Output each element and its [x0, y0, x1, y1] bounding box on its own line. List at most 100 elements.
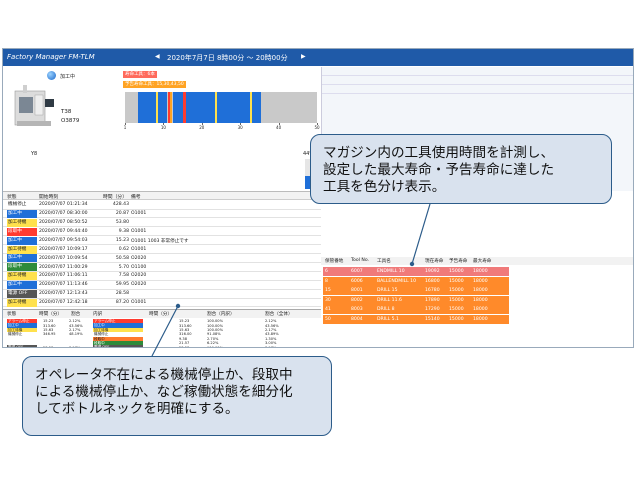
log-status: 機械停止 — [7, 201, 37, 209]
log-start-time: 2020/07/07 08:50:52 — [39, 220, 88, 226]
tool-max: 18000 — [473, 307, 488, 312]
timeline-tick-label: 30 — [237, 125, 243, 130]
timeline-segment[interactable] — [148, 92, 156, 123]
log-minutes: 87.20 — [115, 300, 129, 306]
log-minutes: 50.58 — [115, 255, 129, 261]
program-number: O3879 — [61, 118, 80, 124]
timeline-segment[interactable] — [217, 92, 233, 123]
sum-header-status: 状態 — [7, 312, 17, 317]
tool-current: 19092 — [425, 269, 440, 274]
log-row[interactable]: 段取中 2020/07/07 09:44:40 9.38 O1001 — [3, 227, 321, 237]
log-row[interactable]: 電源 OFF 2020/07/07 12:13:43 28.58 — [3, 290, 321, 299]
tool-row[interactable]: 50 8004 DRILL 5.1 15140 15000 18000 — [323, 314, 509, 324]
tool-row[interactable]: 30 8002 DRILL 11.6 17890 15000 18000 — [323, 295, 509, 305]
log-remark: O2020 — [131, 255, 147, 261]
log-row[interactable]: 機械停止 2020/07/07 01:21:34 428.43 — [3, 201, 321, 210]
log-row[interactable]: 加工待機 2020/07/07 11:06:11 7.58 O2020 — [3, 272, 321, 281]
summary-row[interactable]: 電源 OFF 28.58 3.97% 電源 OFF 28.58 100.00% 3.97% — [3, 345, 321, 348]
timeline-segment[interactable] — [173, 92, 183, 123]
tool-tool-no: 8003 — [351, 307, 363, 312]
tool-row[interactable]: 15 8001 DRILL 15 16780 15000 18000 — [323, 286, 509, 295]
log-minutes: 7.58 — [118, 273, 129, 279]
log-header-minutes: 時間（分） — [103, 195, 127, 200]
timeline-segment[interactable] — [138, 92, 149, 123]
tool-tool-no: 8001 — [351, 288, 363, 293]
log-start-time: 2020/07/07 12:13:43 — [39, 291, 88, 297]
machine-status: 加工中 — [60, 74, 76, 80]
sum-header-ratio-in: 割合（内訳） — [207, 312, 235, 317]
summary-minutes: 28.58 — [43, 345, 54, 348]
log-status: 加工中 — [7, 236, 37, 245]
timeline-tick-label: 40 — [276, 125, 282, 130]
tool-life-callout-text: マガジン内の工具使用時間を計測し、 設定した最大寿命・予告寿命に達した 工具を色… — [323, 145, 555, 195]
tool-current: 17290 — [425, 307, 440, 312]
timeline-segment[interactable] — [251, 92, 262, 123]
log-remark: O1001 — [131, 211, 147, 217]
log-minutes: 28.58 — [115, 291, 129, 297]
sum-header-ratio: 割合 — [71, 312, 81, 317]
tool-row[interactable]: 8 6006 BALLENDMILL 10 16800 15000 18000 — [323, 276, 509, 286]
log-start-time: 2020/07/07 10:09:54 — [39, 255, 88, 261]
log-remark: O1001 — [131, 300, 147, 306]
timeline-tick-label: 20 — [199, 125, 205, 130]
tool-header: 保管番地 Tool No. 工具名 現在寿命 予告寿命 最大寿命 — [321, 257, 633, 265]
log-status: 加工中 — [7, 254, 37, 263]
prev-date-button[interactable]: ◀ — [155, 53, 160, 60]
tool-tool-no: 6006 — [351, 278, 363, 284]
tool-row[interactable]: 41 8003 DRILL 8 17290 15000 18000 — [323, 305, 509, 314]
stop-analysis-callout: オペレータ不在による機械停止か、段取中 による機械停止か、など稼働状態を細分化 … — [22, 356, 332, 436]
log-row[interactable]: 加工中 2020/07/07 11:13:46 59.95 O2020 — [3, 281, 321, 290]
tool-pot: 6 — [325, 269, 328, 274]
log-start-time: 2020/07/07 11:13:46 — [39, 282, 88, 288]
tool-warn: 15000 — [449, 269, 464, 274]
log-row[interactable]: 加工中 2020/07/07 09:54:03 15.23 O1001 1003 非常… — [3, 236, 321, 246]
tool-header-pot: 保管番地 — [325, 259, 344, 265]
summary-detail-minutes: 28.58 — [179, 345, 190, 348]
timeline-segment[interactable] — [203, 92, 216, 123]
next-date-button[interactable]: ▶ — [301, 53, 306, 60]
tool-name: BALLENDMILL 10 — [377, 278, 417, 284]
title-bar: Factory Manager FM-TLM ◀ 2020年7月7日 8時00分… — [3, 49, 633, 66]
stop-analysis-callout-text: オペレータ不在による機械停止か、段取中 による機械停止か、など稼働状態を細分化 … — [35, 367, 293, 417]
log-row[interactable]: 加工待機 2020/07/07 08:50:52 53.80 — [3, 218, 321, 228]
log-minutes: 9.38 — [118, 228, 129, 234]
app-title: Factory Manager FM-TLM — [7, 53, 95, 61]
log-status: 加工待機 — [7, 272, 37, 281]
log-minutes: 428.43 — [112, 202, 129, 208]
tool-warn: 15000 — [449, 288, 464, 293]
timeline-axis: 1 10 20 30 40 50 — [124, 123, 320, 131]
timeline-segment[interactable] — [186, 92, 204, 123]
log-row[interactable]: 段取中 2020/07/07 11:00:29 5.70 O1100 — [3, 263, 321, 272]
log-header: 状態 開始時刻 時間（分） 備考 — [3, 192, 321, 200]
log-minutes: 53.80 — [115, 220, 129, 226]
operation-timeline[interactable] — [125, 92, 317, 123]
log-minutes: 15.23 — [115, 237, 129, 243]
tool-current: 16780 — [425, 288, 440, 293]
sum-header-minutes: 時間（分） — [39, 312, 62, 317]
tool-name: DRILL 8 — [377, 307, 395, 312]
summary-status: 電源 OFF — [7, 345, 37, 347]
tool-name: DRILL 15 — [377, 288, 398, 293]
tool-name: DRILL 5.1 — [377, 316, 399, 322]
log-start-time: 2020/07/07 10:09:17 — [39, 246, 88, 252]
log-row[interactable]: 加工待機 2020/07/07 10:09:17 0.62 O1001 — [3, 245, 321, 254]
log-status: 加工中 — [7, 209, 37, 218]
legend-warn-tools: 予告寿命工具：15,30,43,50 — [123, 81, 186, 88]
log-header-remark: 備考 — [131, 195, 141, 200]
timeline-segment[interactable] — [232, 92, 250, 123]
tool-warn: 15000 — [449, 297, 464, 303]
log-row[interactable]: 加工中 2020/07/07 10:09:54 50.58 O2020 — [3, 254, 321, 263]
log-remark: O1100 — [131, 264, 147, 270]
summary-header: 状態 時間（分） 割合 内訳 時間（分） 割合（内訳） 割合（全体） — [3, 310, 321, 318]
tool-tool-no: 6007 — [351, 269, 363, 274]
sum-header-detail: 内訳 — [93, 312, 103, 317]
summary-ratio-in: 100.00% — [207, 345, 223, 348]
log-row[interactable]: 加工中 2020/07/07 08:30:00 20.87 O1001 — [3, 209, 321, 219]
tool-max: 18000 — [473, 269, 488, 274]
timeline-segment[interactable] — [157, 92, 168, 123]
log-status: 電源 OFF — [7, 290, 37, 298]
tool-name: ENDMILL 10 — [377, 269, 405, 274]
log-row[interactable]: 加工待機 2020/07/07 12:42:18 87.20 O1001 — [3, 298, 321, 308]
log-header-status: 状態 — [7, 195, 17, 200]
tool-row[interactable]: 6 6007 ENDMILL 10 19092 15000 18000 — [323, 267, 509, 276]
